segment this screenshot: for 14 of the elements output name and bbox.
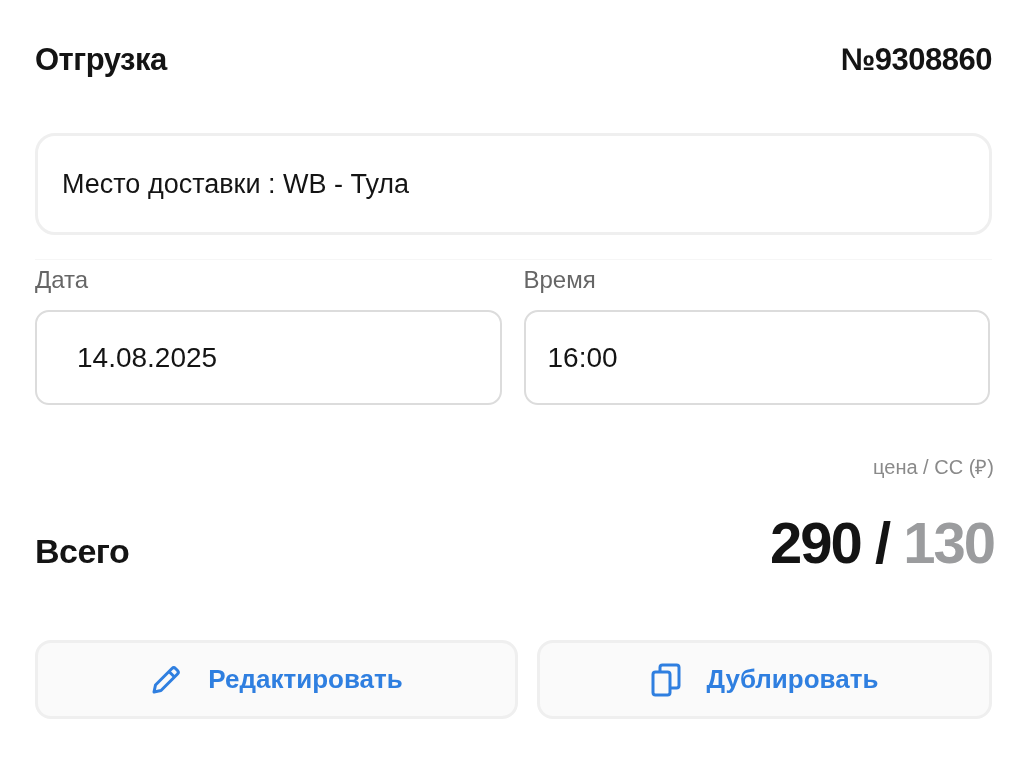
edit-button[interactable]: Редактировать	[35, 640, 518, 719]
price-caption: цена / СС (₽)	[873, 455, 994, 480]
total-label: Всего	[35, 531, 130, 572]
total-value: 290 / 130	[770, 510, 994, 576]
pencil-icon	[150, 663, 183, 696]
date-field[interactable]: 14.08.2025	[35, 310, 502, 405]
shipment-number: №9308860	[840, 41, 992, 79]
delivery-text: Место доставки : WB - Тула	[62, 168, 410, 201]
duplicate-button[interactable]: Дублировать	[537, 640, 992, 719]
page-title: Отгрузка	[35, 41, 167, 79]
field-label: Дата	[35, 265, 90, 295]
field-label: Время	[523, 265, 597, 295]
time-field[interactable]: 16:00	[523, 310, 990, 405]
copy-icon	[650, 662, 681, 697]
